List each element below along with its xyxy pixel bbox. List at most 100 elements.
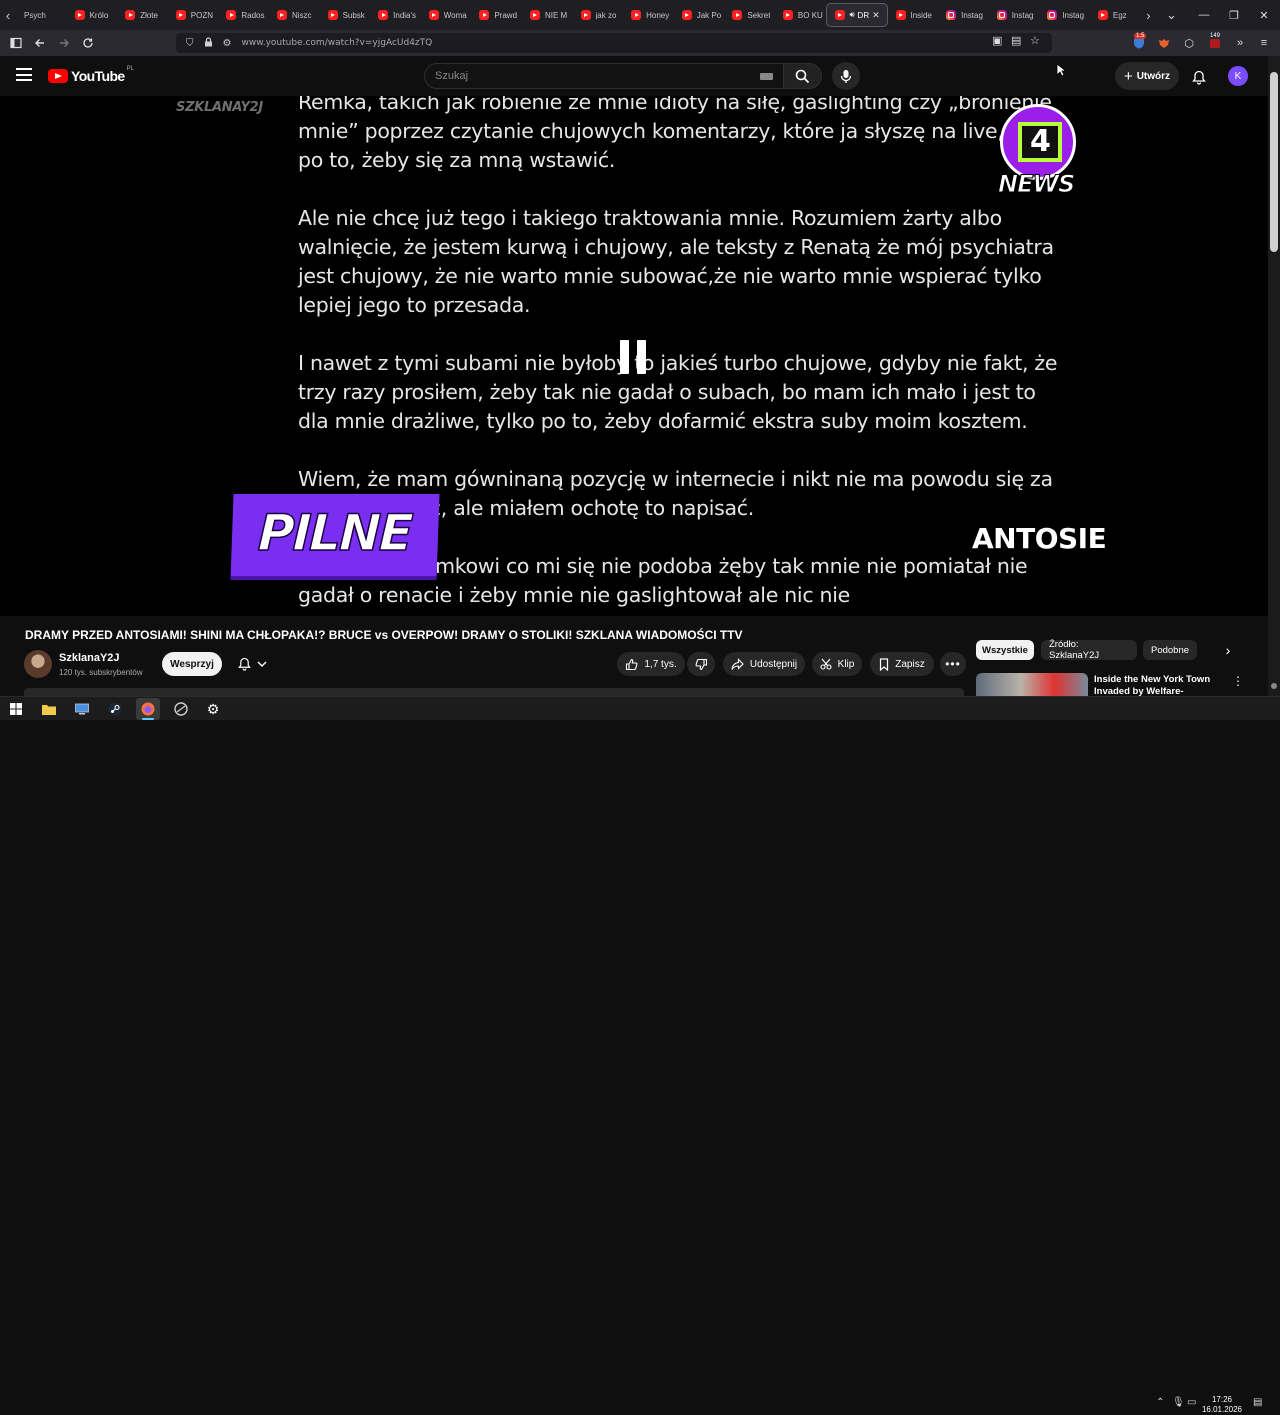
browser-tab[interactable]: Instag [938,0,989,30]
network-app-icon[interactable] [73,700,91,718]
voice-search-button[interactable] [832,62,860,90]
bookmark-star-icon[interactable]: ☆ [1030,34,1040,47]
browser-tab[interactable]: India's [370,0,421,30]
reader-view-icon[interactable]: ▤ [1011,34,1021,47]
browser-tab[interactable]: Inside [888,0,939,30]
browser-tab[interactable]: Sekret [724,0,775,30]
settings-gear-icon[interactable]: ⚙ [204,700,222,718]
shield-icon[interactable]: ⛉ [186,38,194,49]
dislike-button[interactable] [687,652,715,676]
url-text[interactable]: www.youtube.com/watch?v=yjgAcUd4zTQ [241,38,432,48]
tab-list-chevron-icon[interactable]: ⌄ [1156,0,1186,30]
scrollbar-thumb[interactable] [1270,72,1278,252]
minimize-icon[interactable]: — [1188,0,1220,30]
browser-tab-label: Instag [961,10,983,20]
subscriber-count: 120 tys. subskrybentów [59,668,143,677]
video-text-paragraph: Remka, takich jak robienie ze mnie idiot… [298,96,1058,172]
browser-tab[interactable]: Prawd [471,0,522,30]
tray-expand-icon[interactable]: ⌃ [1156,1397,1164,1408]
search-button[interactable] [784,63,822,89]
account-avatar[interactable]: K [1228,66,1248,86]
notifications-button[interactable] [1188,66,1210,88]
guide-menu-icon[interactable] [16,68,32,82]
notification-center-icon[interactable]: ▤ [1253,1397,1262,1408]
subscription-bell-button[interactable] [227,652,277,676]
tab-scroll-right-icon[interactable]: › [1140,0,1156,30]
overflow-chevron-icon[interactable]: » [1233,36,1247,50]
taskbar-clock[interactable]: 17:26 16.01.2026 [1198,1395,1246,1415]
browser-tab[interactable]: Honey [623,0,674,30]
keyboard-icon[interactable] [760,73,773,80]
page-settings-icon[interactable]: ⚙ [223,38,232,49]
share-button[interactable]: Udostępnij [723,652,805,676]
extension-fox-icon[interactable] [1157,36,1171,50]
app-menu-icon[interactable]: ≡ [1257,36,1271,50]
country-code: PL [126,66,134,72]
youtube-favicon-icon [74,10,85,20]
extensions-puzzle-icon[interactable]: ⬡ [1182,36,1196,50]
browser-tab[interactable]: Woma [421,0,472,30]
browser-tab[interactable]: Rados [218,0,269,30]
browser-tab[interactable]: Jak Po [674,0,725,30]
chip-all[interactable]: Wszystkie [976,640,1034,660]
chip-source[interactable]: Źródło: SzklanaY2J [1041,639,1137,661]
browser-tab-active[interactable]: 🔊︎ DR ✕ [825,3,888,27]
browser-tab-label: Psych [24,10,46,20]
tab-scroll-left-icon[interactable]: ‹ [0,0,16,30]
browser-tab[interactable]: Egz [1090,0,1141,30]
firefox-icon[interactable] [139,700,157,718]
page-scrollbar[interactable] [1268,56,1280,696]
like-button[interactable]: 1,7 tys. [617,652,685,676]
browser-tab[interactable]: POZN [168,0,219,30]
back-icon[interactable] [28,31,52,55]
reload-icon[interactable] [76,31,100,55]
recommended-thumbnail[interactable] [976,673,1088,697]
file-explorer-icon[interactable] [40,700,58,718]
create-button[interactable]: + Utwórz [1115,62,1179,90]
more-vertical-icon[interactable]: ⋮ [1232,674,1244,688]
clip-button[interactable]: Klip [812,652,862,676]
browser-tab[interactable]: Królo [67,0,118,30]
description-box[interactable] [24,688,964,696]
microphone-tray-icon[interactable]: 🎙︎ [1172,1397,1185,1408]
browser-tab[interactable]: Instag [1039,0,1090,30]
video-text-paragraph: I nawet z tymi subami nie byłoby to jaki… [298,351,1058,433]
browser-tab[interactable]: Psych [16,0,67,30]
save-button[interactable]: Zapisz [870,652,934,676]
youtube-logo[interactable]: YouTube PL [48,66,134,84]
network-tray-icon[interactable]: ▭ [1187,1397,1196,1408]
video-player[interactable]: SZKLANAY2J Remka, takich jak robienie ze… [0,96,1268,616]
sidebar-toggle-icon[interactable] [4,31,28,55]
channel-name[interactable]: SzklanaY2J [59,652,120,664]
tab-audio-icon[interactable]: 🔊︎ [850,10,855,20]
youtube-favicon-icon [631,10,642,20]
recommended-title[interactable]: Inside the New York Town Invaded by Welf… [1094,674,1224,696]
browser-tab[interactable]: Subsk [320,0,371,30]
chip-related[interactable]: Podobne [1143,640,1197,660]
chevron-down-icon [257,661,266,667]
channel-avatar[interactable] [24,650,52,678]
pilne-banner: PILNE [230,494,440,580]
lock-icon[interactable] [204,36,213,50]
join-button[interactable]: Wesprzyj [162,652,222,676]
game-launcher-icon[interactable] [172,700,190,718]
chevron-right-icon[interactable]: › [1218,640,1238,660]
steam-icon[interactable] [106,700,124,718]
browser-tab[interactable]: jak zo [573,0,624,30]
close-tab-icon[interactable]: ✕ [872,10,880,21]
close-window-icon[interactable]: ✕ [1248,0,1280,30]
more-actions-button[interactable]: ••• [940,652,966,676]
scrollbar-down-arrow[interactable] [1271,683,1277,689]
browser-tab[interactable]: Instag [989,0,1040,30]
address-bar[interactable]: ⛉ ⚙ www.youtube.com/watch?v=yjgAcUd4zTQ [176,33,1052,53]
browser-tab[interactable]: Złote [117,0,168,30]
picture-in-picture-icon[interactable]: ▣ [992,34,1002,47]
search-input[interactable] [425,64,745,88]
windows-start-icon[interactable] [7,700,25,718]
maximize-icon[interactable]: ❐ [1218,0,1250,30]
browser-tab[interactable]: NIE M [522,0,573,30]
browser-tab[interactable]: BO KU [775,0,826,30]
browser-tab[interactable]: Niszc [269,0,320,30]
pause-icon[interactable] [620,340,650,374]
forward-icon[interactable] [52,31,76,55]
